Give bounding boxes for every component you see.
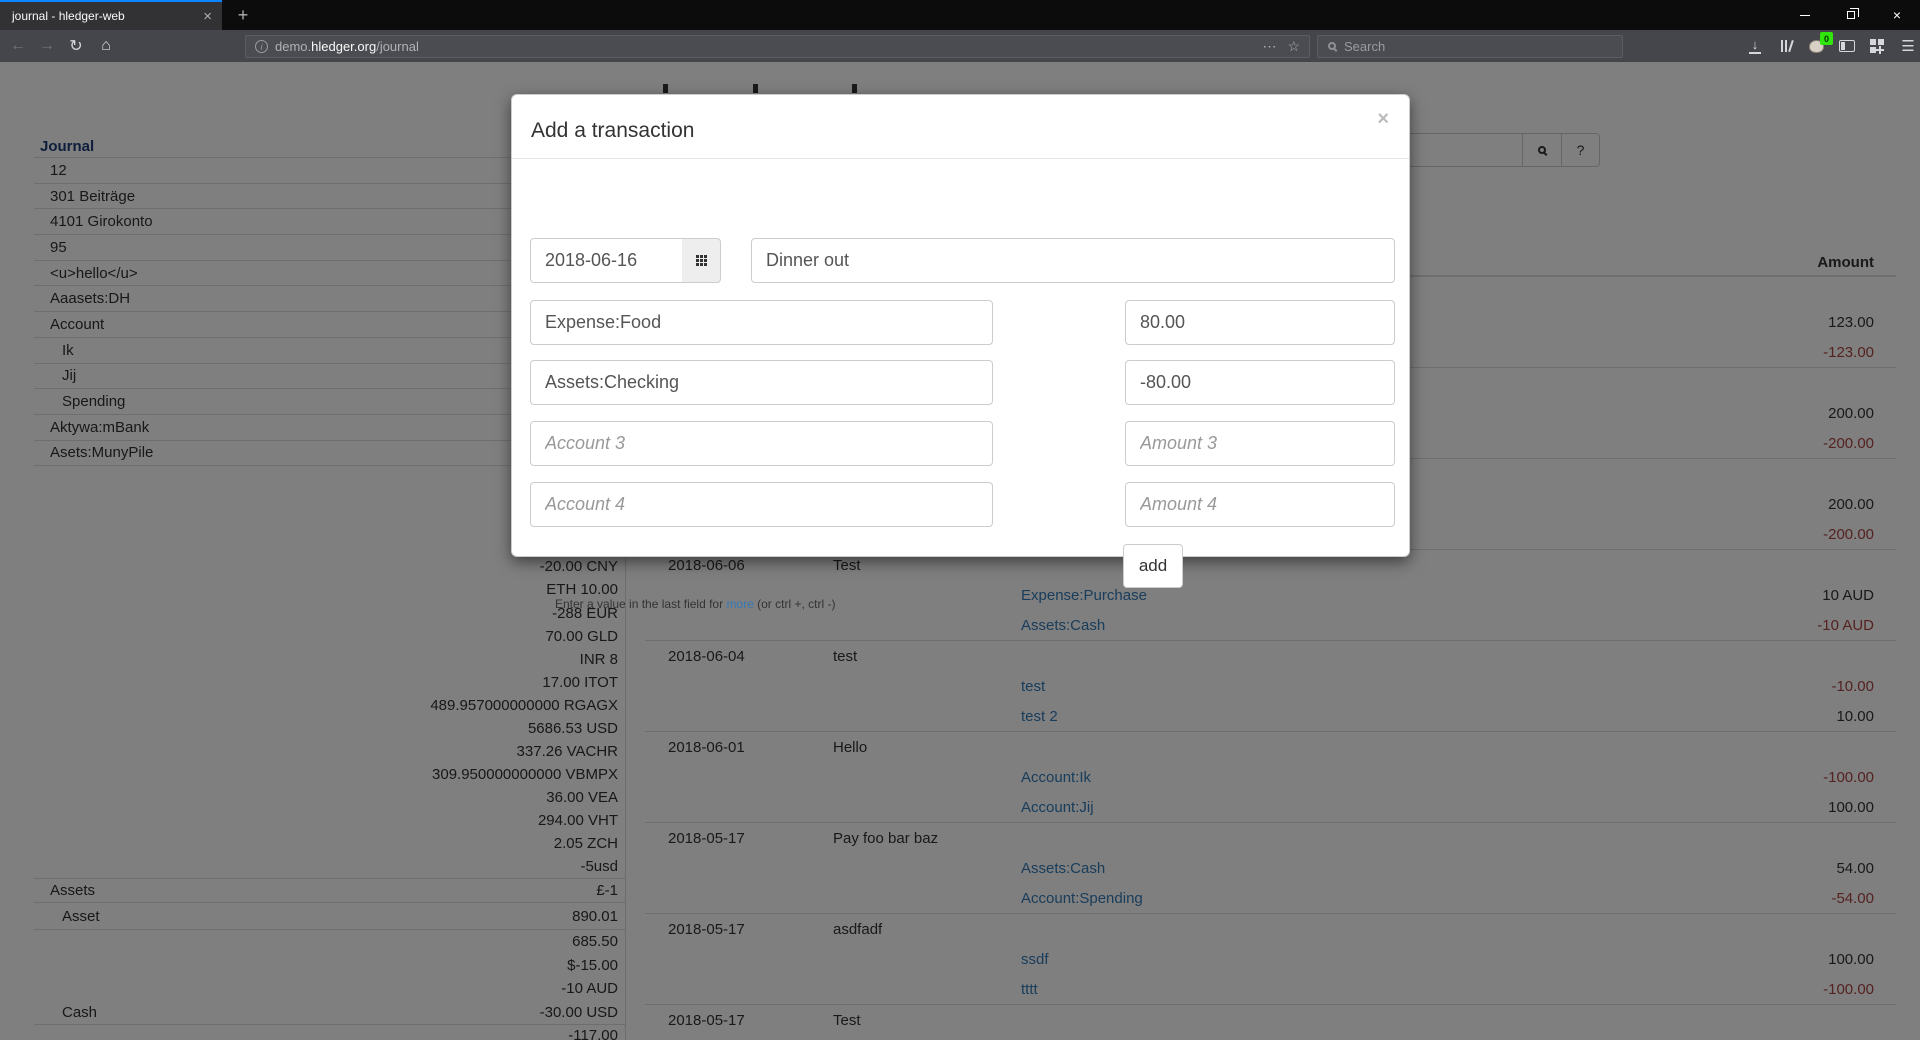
page-content: Journal 12 301 Beiträge 4101 Girokonto 9…: [0, 62, 1920, 1040]
account-input-2[interactable]: [530, 360, 993, 405]
account-input-4[interactable]: [530, 482, 993, 527]
reload-button[interactable]: ↻: [61, 30, 91, 62]
library-button[interactable]: [1773, 30, 1799, 62]
extension-badge: 0: [1820, 32, 1833, 45]
form-hint: Enter a value in the last field for more…: [555, 597, 835, 611]
close-window-button[interactable]: ×: [1874, 0, 1920, 30]
modal-header: Add a transaction ×: [512, 95, 1409, 159]
modal-close-icon[interactable]: ×: [1377, 109, 1389, 129]
grid-plus-icon: [1870, 39, 1884, 53]
amount-input-3[interactable]: [1125, 421, 1395, 466]
description-input[interactable]: [751, 238, 1395, 283]
search-icon: [1328, 42, 1336, 50]
navigation-toolbar: ← → ↻ ⌂ i demo.hledger.org/journal ⋯ ☆ ↓…: [0, 30, 1920, 62]
sidebars-button[interactable]: [1834, 30, 1860, 62]
modal-title: Add a transaction: [531, 119, 694, 143]
amount-input-2[interactable]: [1125, 360, 1395, 405]
amount-input-1[interactable]: [1125, 300, 1395, 345]
forward-button[interactable]: →: [32, 30, 62, 62]
back-button[interactable]: ←: [3, 30, 33, 62]
restore-icon: [1847, 11, 1855, 19]
url-prefix: demo.: [275, 39, 311, 54]
add-transaction-modal: Add a transaction × add Enter a value in…: [511, 94, 1410, 557]
browser-search-input[interactable]: [1344, 39, 1564, 54]
pocket-grid-button[interactable]: [1864, 30, 1890, 62]
add-button[interactable]: add: [1123, 544, 1183, 588]
url-path: /journal: [376, 39, 419, 54]
sidebar-panel-icon: [1839, 40, 1855, 52]
restore-button[interactable]: [1828, 0, 1874, 30]
library-icon: [1779, 39, 1794, 53]
calendar-grid-icon: [696, 255, 699, 258]
account-input-1[interactable]: [530, 300, 993, 345]
download-icon: ↓: [1749, 38, 1761, 54]
account-input-3[interactable]: [530, 421, 993, 466]
tab-bar: journal - hledger-web × + ×: [0, 0, 1920, 30]
date-picker-button[interactable]: [682, 238, 721, 283]
browser-search-bar[interactable]: [1317, 35, 1623, 58]
site-info-icon[interactable]: i: [255, 40, 268, 53]
bookmark-star-icon[interactable]: ☆: [1285, 38, 1309, 55]
new-tab-button[interactable]: +: [228, 0, 258, 30]
minimize-button[interactable]: [1782, 0, 1828, 30]
window-controls: ×: [1782, 0, 1920, 30]
tab-title: journal - hledger-web: [0, 9, 193, 23]
date-input[interactable]: [530, 238, 683, 283]
tab-close-icon[interactable]: ×: [193, 8, 222, 25]
minimize-icon: [1800, 15, 1810, 16]
url-bar[interactable]: i demo.hledger.org/journal ⋯ ☆: [245, 35, 1310, 58]
browser-tab[interactable]: journal - hledger-web ×: [0, 0, 222, 30]
downloads-button[interactable]: ↓: [1742, 30, 1768, 62]
url-text: demo.hledger.org/journal: [275, 39, 1254, 54]
more-link[interactable]: more: [726, 597, 753, 611]
url-domain: hledger.org: [311, 39, 376, 54]
amount-input-4[interactable]: [1125, 482, 1395, 527]
home-button[interactable]: ⌂: [91, 30, 121, 62]
browser-chrome: journal - hledger-web × + × ← → ↻ ⌂ i de…: [0, 0, 1920, 62]
menu-button[interactable]: ☰: [1895, 30, 1920, 62]
page-actions-icon[interactable]: ⋯: [1254, 38, 1285, 55]
modal-body: add Enter a value in the last field for …: [512, 159, 1409, 557]
